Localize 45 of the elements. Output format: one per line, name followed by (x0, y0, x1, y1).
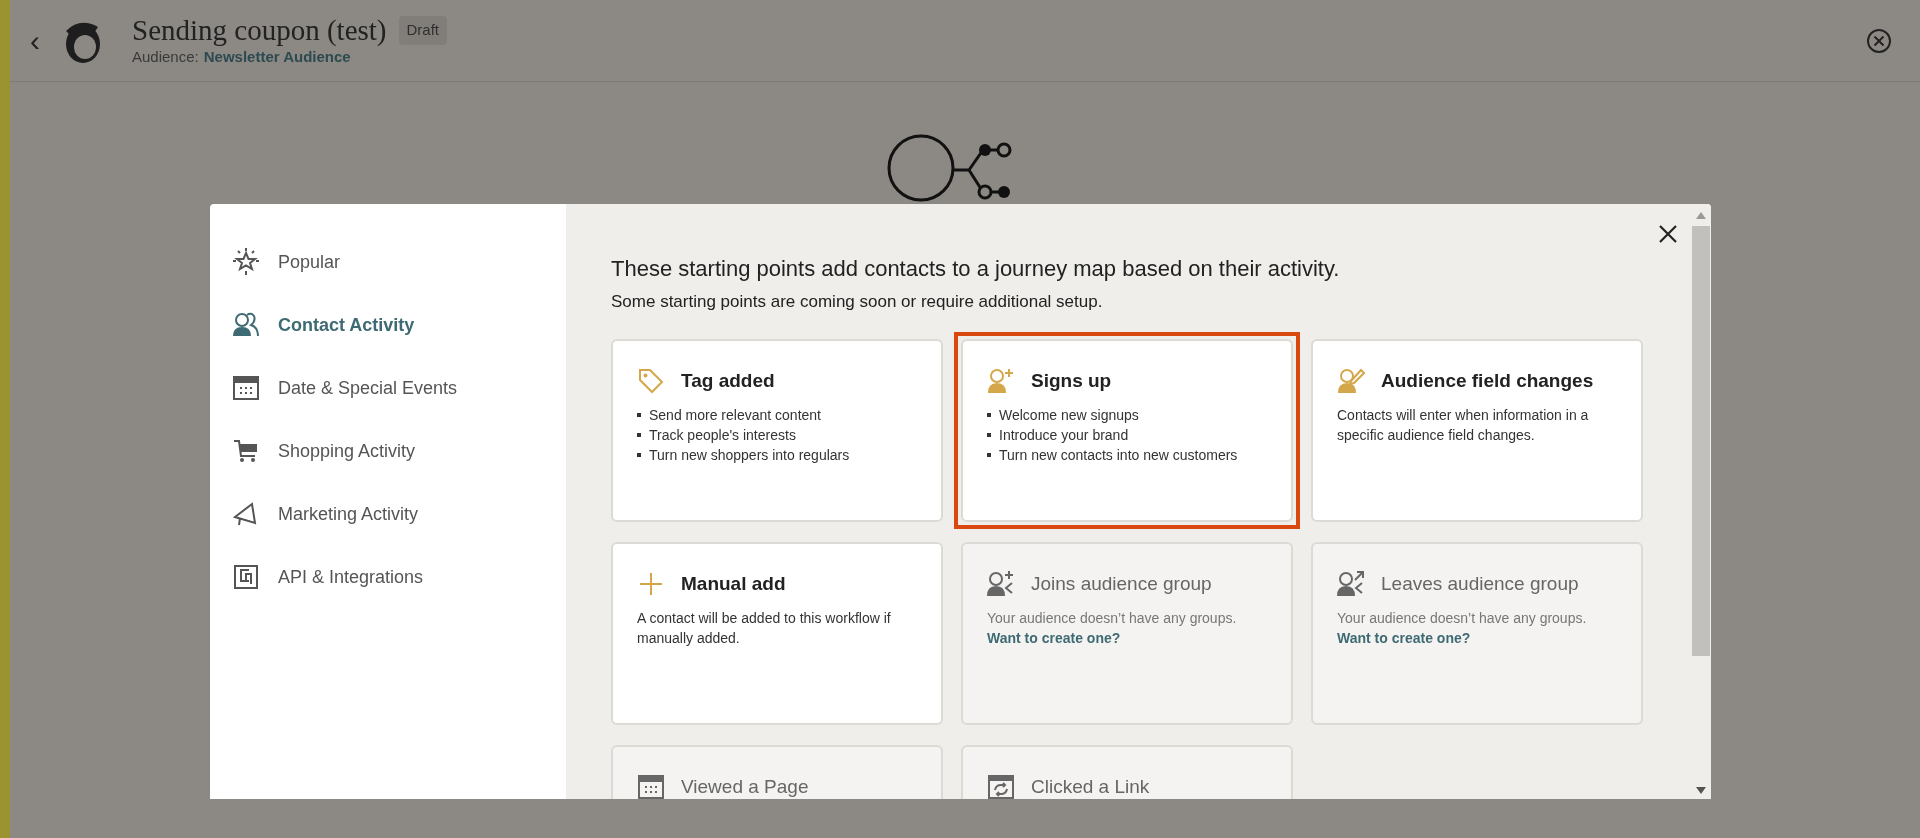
card-title: Leaves audience group (1381, 571, 1579, 596)
card-title: Manual add (681, 571, 786, 596)
card-description: A contact will be added to this workflow if manually added. (637, 609, 892, 648)
person-plus-icon (987, 366, 1015, 395)
bullet-text: Track people's interests (649, 426, 796, 445)
refresh-icon (987, 772, 1015, 799)
people-icon (232, 311, 260, 339)
card-description: Your audience doesn’t have any groups. (987, 609, 1238, 628)
group-join-icon (987, 569, 1015, 598)
card-title: Signs up (1031, 368, 1112, 393)
scroll-down-icon[interactable] (1696, 786, 1706, 794)
card-title: Joins audience group (1031, 571, 1212, 596)
bullet-text: Turn new shoppers into regulars (649, 446, 850, 465)
sidebar-item[interactable]: Contact Activity (232, 305, 566, 345)
sidebar-item[interactable]: Shopping Activity (232, 431, 566, 471)
card-description: Contacts will enter when information in a specific audience field changes. (1337, 406, 1590, 445)
bullet-text: Turn new contacts into new customers (999, 446, 1238, 465)
person-edit-icon (1337, 366, 1365, 395)
bullet-text: Welcome new signups (999, 406, 1139, 425)
bullet-text: Send more relevant content (649, 406, 821, 425)
scrollbar-thumb[interactable] (1692, 226, 1710, 656)
page-title: Sending coupon (test) (132, 13, 387, 49)
api-icon (232, 563, 260, 591)
card-title: Audience field changes (1381, 368, 1594, 393)
back-button[interactable]: ‹ (20, 25, 50, 56)
card-title: Viewed a Page (681, 774, 809, 799)
trigger-card[interactable]: Signs up Welcome new signups Introduce your brand Turn new contacts into new customers (954, 331, 1300, 529)
card-title: Tag added (681, 368, 775, 393)
modal-heading: These starting points add contacts to a journey map based on their activity. (611, 255, 1341, 283)
star-icon (232, 248, 260, 276)
sidebar-item[interactable]: Date & Special Events (232, 368, 566, 408)
bullet-text: Introduce your brand (999, 426, 1129, 445)
card-title: Clicked a Link (1031, 774, 1150, 799)
sidebar-item[interactable]: API & Integrations (232, 557, 566, 597)
calendar-icon (232, 374, 260, 402)
sidebar-item[interactable]: Marketing Activity (232, 494, 566, 534)
modal-subheading: Some starting points are coming soon or require additional setup. (611, 291, 1104, 313)
group-leave-icon (1337, 569, 1365, 598)
tag-icon (637, 366, 665, 395)
status-badge: Draft (398, 16, 448, 45)
sidebar-item[interactable]: Popular (232, 242, 566, 282)
calendar-icon (637, 772, 665, 799)
cart-icon (232, 437, 260, 465)
audience-label: Audience: (132, 47, 199, 68)
card-description: Your audience doesn’t have any groups. (1337, 609, 1588, 628)
